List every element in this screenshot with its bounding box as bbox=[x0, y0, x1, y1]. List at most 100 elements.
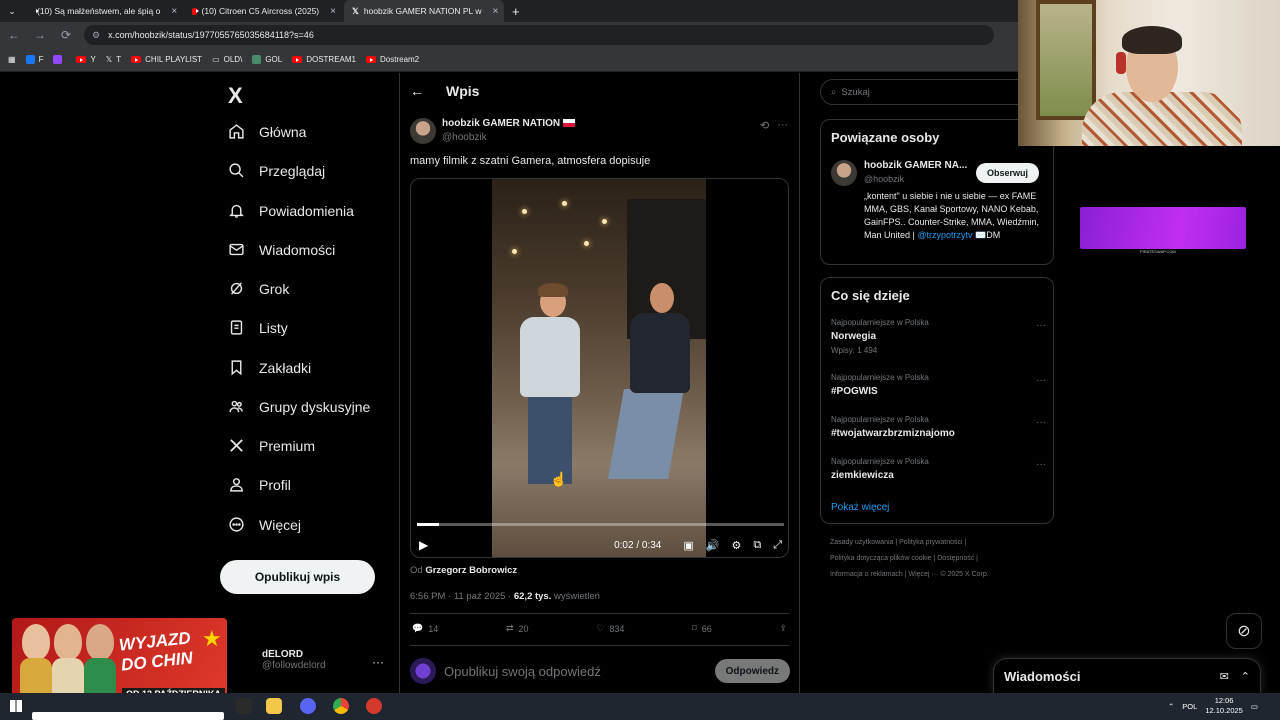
trend-item[interactable]: Najpopularniejsze w Polska #POGWIS ··· bbox=[831, 373, 1046, 397]
messages-drawer[interactable]: Wiadomości ✉ ⌃ bbox=[993, 658, 1261, 694]
trend-item[interactable]: Najpopularniejsze w Polska Norwegia Wpis… bbox=[831, 318, 1046, 355]
more-icon[interactable]: ··· bbox=[777, 119, 788, 132]
reply-action[interactable]: 💬 14 bbox=[412, 623, 438, 634]
expand-icon[interactable]: ⌃ bbox=[1241, 670, 1250, 683]
new-tab-button[interactable]: + bbox=[504, 0, 528, 22]
post-button[interactable]: Opublikuj wpis bbox=[220, 560, 375, 594]
compose-message-icon[interactable]: ✉ bbox=[1220, 670, 1229, 683]
back-arrow-icon[interactable]: ← bbox=[410, 83, 424, 99]
show-more-link[interactable]: Pokaż więcej bbox=[831, 502, 889, 513]
file-explorer-icon[interactable] bbox=[266, 698, 282, 714]
url-bar[interactable]: ⚙ x.com/hoobzik/status/19770557650356841… bbox=[84, 25, 994, 45]
fullscreen-icon[interactable]: ⤢ bbox=[773, 539, 782, 552]
reload-icon[interactable]: ⟳ bbox=[58, 27, 74, 43]
nav-item-messages[interactable]: Wiadomości bbox=[228, 241, 335, 258]
nav-item-communities[interactable]: Grupy dyskusyjne bbox=[228, 398, 370, 415]
nav-item-notifications[interactable]: Powiadomienia bbox=[228, 202, 354, 219]
trend-item[interactable]: Najpopularniejsze w Polska #twojatwarzbr… bbox=[831, 415, 1046, 439]
account-switcher[interactable]: dELORD @followdelord bbox=[262, 649, 326, 671]
bookmark-item[interactable] bbox=[53, 55, 66, 64]
webcam-person bbox=[1082, 92, 1242, 146]
video-time: 0:02 / 0:34 bbox=[614, 539, 662, 551]
discord-icon[interactable] bbox=[300, 698, 316, 714]
site-info-icon[interactable]: ⚙ bbox=[92, 30, 100, 41]
post-text: mamy filmik z szatni Gamera, atmosfera d… bbox=[410, 155, 651, 167]
clock[interactable]: 12:06 12.10.2025 bbox=[1205, 696, 1243, 716]
browser-tab-active[interactable]: 𝕏hoobzik GAMER NATION PL w × bbox=[344, 0, 504, 22]
avatar[interactable] bbox=[831, 160, 857, 186]
avatar[interactable] bbox=[410, 118, 436, 144]
x-logo-icon[interactable]: X bbox=[228, 83, 243, 109]
footer-links[interactable]: Zasady użytkowania | Polityka prywatnośc… bbox=[830, 535, 1050, 583]
pip-icon[interactable]: ⧉ bbox=[753, 539, 761, 552]
back-icon[interactable]: ← bbox=[6, 27, 22, 43]
settings-icon[interactable]: ⚙ bbox=[731, 539, 741, 552]
windows-start-icon[interactable] bbox=[10, 700, 22, 712]
account-more-icon[interactable]: ··· bbox=[372, 655, 384, 669]
bookmark-item[interactable]: F bbox=[25, 55, 43, 64]
cursor-icon: ☝ bbox=[550, 471, 568, 487]
task-view-icon[interactable] bbox=[236, 698, 252, 714]
bookmark-action[interactable]: ⌑ 66 bbox=[692, 623, 712, 634]
volume-icon[interactable]: 🔊 bbox=[706, 539, 720, 552]
ad-banner[interactable] bbox=[1080, 207, 1246, 249]
browser-tab[interactable]: (10) Są małżeństwem, ale śpią o × bbox=[24, 0, 184, 22]
tab-list-button[interactable]: ⌄ bbox=[0, 0, 24, 22]
nav-item-premium[interactable]: Premium bbox=[228, 437, 315, 454]
chevron-up-icon[interactable]: ⌃ bbox=[1168, 702, 1174, 711]
grok-floating-button[interactable]: ⊘ bbox=[1226, 613, 1262, 649]
promo-person bbox=[22, 624, 50, 660]
byline-name[interactable]: Grzegorz Bobrowicz bbox=[425, 565, 517, 576]
reply-input[interactable]: Opublikuj swoją odpowiedź bbox=[444, 664, 601, 679]
browser-tab[interactable]: (10) Citroen C5 Aircross (2025) × bbox=[184, 0, 344, 22]
bookmark-item[interactable]: DOSTREAM1 bbox=[292, 55, 356, 64]
post-meta: 6:56 PM · 11 paź 2025 · 62,2 tys. wyświe… bbox=[410, 591, 600, 602]
bookmark-item[interactable]: CHIL PLAYLIST bbox=[131, 55, 202, 64]
bookmark-item[interactable]: Y bbox=[76, 55, 96, 64]
taskbar-search-input[interactable] bbox=[32, 712, 224, 720]
like-action[interactable]: ♡ 834 bbox=[596, 623, 624, 634]
nav-item-explore[interactable]: Przeglądaj bbox=[228, 162, 325, 179]
obs-icon[interactable] bbox=[366, 698, 382, 714]
post-author[interactable]: hoobzik GAMER NATION @hoobzik bbox=[410, 118, 576, 144]
bookmark-folder[interactable]: ▭ OLD\ bbox=[212, 55, 242, 64]
repost-action[interactable]: ⇄ 20 bbox=[506, 623, 529, 634]
captions-icon[interactable]: ▣ bbox=[683, 539, 693, 552]
person-right bbox=[608, 389, 684, 479]
bio-link[interactable]: @trzypotrzytv bbox=[917, 230, 972, 240]
nav-item-grok[interactable]: Grok bbox=[228, 280, 289, 297]
more-icon[interactable]: ··· bbox=[1036, 320, 1046, 331]
share-action[interactable]: ⇪ bbox=[779, 623, 787, 634]
bookmark-item[interactable]: Dostream2 bbox=[366, 55, 419, 64]
trend-item[interactable]: Najpopularniejsze w Polska ziemkiewicza … bbox=[831, 457, 1046, 481]
grok-icon[interactable]: ⟲ bbox=[760, 119, 769, 132]
reply-button[interactable]: Odpowiedz bbox=[714, 659, 790, 683]
nav-item-home[interactable]: Główna bbox=[228, 123, 306, 140]
search-icon bbox=[229, 163, 244, 178]
language-indicator[interactable]: POL bbox=[1182, 702, 1197, 711]
close-icon[interactable]: × bbox=[492, 6, 498, 17]
nav-item-bookmarks[interactable]: Zakładki bbox=[228, 359, 311, 376]
forward-icon[interactable]: → bbox=[32, 27, 48, 43]
video-frame[interactable]: ☝ bbox=[492, 179, 706, 557]
video-progress[interactable] bbox=[417, 523, 784, 526]
related-account[interactable]: hoobzik GAMER NA... @hoobzik bbox=[864, 160, 967, 184]
chrome-icon[interactable] bbox=[333, 698, 349, 714]
close-icon[interactable]: × bbox=[330, 6, 336, 17]
more-icon[interactable]: ··· bbox=[1036, 459, 1046, 470]
notifications-icon[interactable]: ▭ bbox=[1251, 702, 1258, 711]
more-icon[interactable]: ··· bbox=[1036, 417, 1046, 428]
follow-button[interactable]: Obserwuj bbox=[976, 163, 1040, 183]
post-header: ← Wpis bbox=[410, 83, 479, 99]
person-right bbox=[650, 283, 674, 313]
nav-item-more[interactable]: Więcej bbox=[228, 516, 301, 533]
more-icon[interactable]: ··· bbox=[1036, 375, 1046, 386]
nav-item-profile[interactable]: Profil bbox=[228, 476, 291, 493]
bookmark-item[interactable]: 𝕏T bbox=[106, 55, 121, 64]
close-icon[interactable]: × bbox=[171, 6, 177, 17]
bookmark-item[interactable]: GOL bbox=[252, 55, 282, 64]
play-icon[interactable]: ▶ bbox=[419, 538, 428, 552]
apps-icon[interactable]: ▦ bbox=[8, 55, 16, 64]
video-player[interactable]: ☝ ▶ 0:02 / 0:34 ▣ 🔊 ⚙ ⧉ ⤢ bbox=[410, 178, 789, 558]
nav-item-lists[interactable]: Listy bbox=[228, 319, 288, 336]
